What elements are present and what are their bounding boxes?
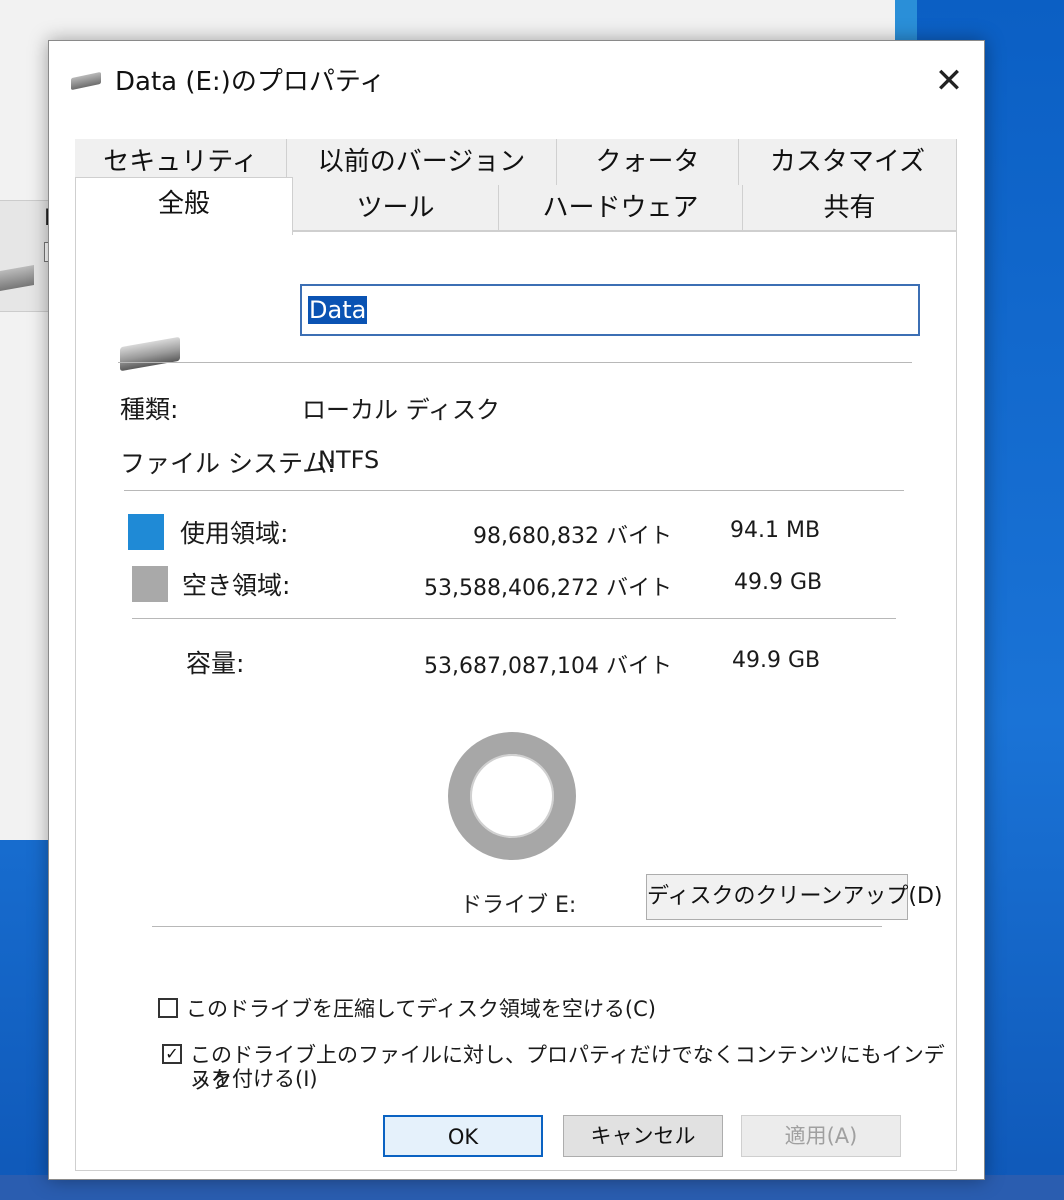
separator [152,926,882,927]
capacity-label: 容量: [186,649,245,678]
filesystem-label: ファイル システム: [120,449,336,478]
separator [132,618,896,619]
properties-dialog: Data (E:)のプロパティ ✕ セキュリティ 以前のバージョン クォータ カ… [48,40,985,1180]
type-value: ローカル ディスク [302,396,500,424]
free-space-bytes: 53,588,406,272 バイト [424,576,672,601]
drive-icon [120,336,180,372]
used-space-size: 94.1 MB [730,518,821,543]
compress-label: このドライブを圧縮してディスク領域を空ける(C) [186,997,656,1021]
apply-button[interactable]: 適用(A) [741,1115,901,1157]
drive-icon [71,71,101,91]
index-checkbox[interactable]: ✓ [162,1044,182,1064]
used-space-label: 使用領域: [180,519,289,548]
tab-hardware[interactable]: ハードウェア [499,185,743,231]
title-bar[interactable]: Data (E:)のプロパティ ✕ [49,41,984,121]
cancel-button[interactable]: キャンセル [563,1115,723,1157]
capacity-bytes: 53,687,087,104 バイト [424,654,672,679]
tab-sharing[interactable]: 共有 [743,185,957,231]
free-space-label: 空き領域: [182,571,291,600]
tab-quota[interactable]: クォータ [557,139,739,185]
separator [118,362,912,363]
tab-previous-versions[interactable]: 以前のバージョン [287,139,557,185]
type-label: 種類: [120,395,179,424]
used-space-bytes: 98,680,832 バイト [473,524,672,549]
volume-name-input[interactable]: Data [300,284,920,336]
tab-general[interactable]: 全般 [75,177,293,235]
usage-donut-chart [448,732,576,860]
tab-customize[interactable]: カスタマイズ [739,139,957,185]
disk-cleanup-button[interactable]: ディスクのクリーンアップ(D) [646,874,942,920]
index-label-line2: スを付ける(I) [190,1067,318,1091]
compress-checkbox[interactable] [158,998,178,1018]
general-page: Data 種類: ローカル ディスク ファイル システム: NTFS 使用領域:… [75,231,957,1171]
volume-name-text: Data [308,296,368,324]
capacity-size: 49.9 GB [732,648,821,673]
filesystem-value: NTFS [318,446,380,474]
dialog-title: Data (E:)のプロパティ [115,67,386,97]
free-space-size: 49.9 GB [734,570,823,595]
close-button[interactable]: ✕ [927,59,971,103]
separator [124,490,904,491]
ok-button[interactable]: OK [383,1115,543,1157]
free-space-swatch [132,566,168,602]
drive-letter-label: ドライブ E: [460,893,577,918]
used-space-swatch [128,514,164,550]
background-strip [895,0,917,45]
tab-tools[interactable]: ツール [293,185,499,231]
